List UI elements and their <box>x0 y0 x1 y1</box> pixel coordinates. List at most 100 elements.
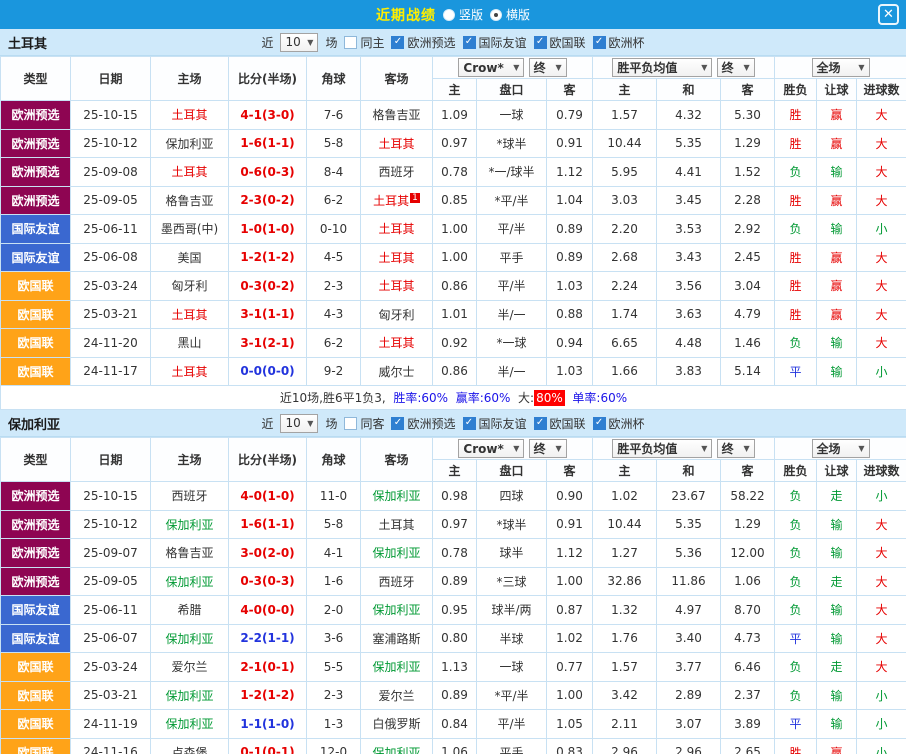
close-icon[interactable]: ✕ <box>878 4 899 25</box>
goals-result-cell: 小 <box>857 215 906 244</box>
asian-home-odds: 1.01 <box>433 300 477 329</box>
euro-away-odds: 3.89 <box>721 710 775 739</box>
odds-company-select[interactable]: Crow*▼ <box>458 58 524 77</box>
goals-result-cell: 大 <box>857 300 906 329</box>
euro-draw-odds: 3.45 <box>657 186 721 215</box>
match-type-badge: 欧洲预选 <box>1 510 71 539</box>
competition-checkbox[interactable]: ✓国际友谊 <box>463 34 527 51</box>
asian-home-odds: 1.09 <box>433 101 477 130</box>
match-score: 2-1(0-1) <box>229 653 307 682</box>
redcard-badge: 1 <box>410 193 420 203</box>
euro-away-odds: 4.79 <box>721 300 775 329</box>
competition-checkbox[interactable]: ✓欧洲杯 <box>593 415 645 432</box>
match-type-badge: 欧洲预选 <box>1 101 71 130</box>
corner-count: 1-6 <box>307 567 361 596</box>
matches-table: 类型日期主场比分(半场)角球客场Crow*▼ 终▼胜平负均值▼ 终▼全场▼主盘口… <box>0 56 906 410</box>
euro-home-odds: 1.74 <box>593 300 657 329</box>
asian-handicap: *三球 <box>477 567 547 596</box>
euro-draw-odds: 3.83 <box>657 357 721 386</box>
team-section-1: 土耳其 近 10▼ 场 同主 ✓欧洲预选✓国际友谊✓欧国联✓欧洲杯 类型日期主场… <box>0 29 906 410</box>
asian-handicap: 平手 <box>477 243 547 272</box>
result-cell: 负 <box>775 158 817 187</box>
asian-home-odds: 0.89 <box>433 681 477 710</box>
games-label: 场 <box>325 34 337 51</box>
match-date: 24-11-17 <box>71 357 151 386</box>
match-scope-select[interactable]: 全场▼ <box>812 439 870 458</box>
match-score: 3-1(1-1) <box>229 300 307 329</box>
asian-away-odds: 0.89 <box>547 215 593 244</box>
corner-count: 6-2 <box>307 329 361 358</box>
match-type-badge: 欧国联 <box>1 653 71 682</box>
layout-radio-horizontal[interactable]: 横版 <box>490 6 530 23</box>
away-team: 白俄罗斯 <box>361 710 433 739</box>
final-odds-select-a[interactable]: 终▼ <box>529 58 567 77</box>
euro-away-odds: 58.22 <box>721 482 775 511</box>
result-cell: 负 <box>775 596 817 625</box>
home-team: 保加利亚 <box>151 510 229 539</box>
layout-radio-vertical[interactable]: 竖版 <box>443 6 483 23</box>
col-subheader: 客 <box>721 460 775 482</box>
col-header: 类型 <box>1 438 71 482</box>
same-venue-checkbox[interactable]: 同主 <box>344 34 384 51</box>
asian-handicap: 平/半 <box>477 272 547 301</box>
match-type-badge: 欧洲预选 <box>1 567 71 596</box>
euro-draw-odds: 4.48 <box>657 329 721 358</box>
match-type-badge: 欧国联 <box>1 300 71 329</box>
competition-checkbox[interactable]: ✓欧国联 <box>534 415 586 432</box>
result-cell: 负 <box>775 681 817 710</box>
col-subheader: 客 <box>547 79 593 101</box>
euro-away-odds: 5.14 <box>721 357 775 386</box>
euro-home-odds: 5.95 <box>593 158 657 187</box>
match-scope-select[interactable]: 全场▼ <box>812 58 870 77</box>
games-count-select[interactable]: 10▼ <box>280 414 318 433</box>
match-score: 0-6(0-3) <box>229 158 307 187</box>
col-subheader: 让球 <box>817 460 857 482</box>
final-odds-select-b[interactable]: 终▼ <box>717 58 755 77</box>
match-score: 1-2(1-2) <box>229 681 307 710</box>
checkbox-checked-icon: ✓ <box>534 36 547 49</box>
col-header: 主场 <box>151 438 229 482</box>
result-cell: 负 <box>775 653 817 682</box>
competition-checkbox[interactable]: ✓欧洲预选 <box>391 415 455 432</box>
asian-home-odds: 0.86 <box>433 272 477 301</box>
match-date: 25-10-12 <box>71 129 151 158</box>
match-row: 欧洲预选25-09-05保加利亚0-3(0-3)1-6西班牙0.89*三球1.0… <box>1 567 906 596</box>
handicap-result-cell: 赢 <box>817 186 857 215</box>
europe-odds-select[interactable]: 胜平负均值▼ <box>612 439 712 458</box>
competition-checkbox[interactable]: ✓国际友谊 <box>463 415 527 432</box>
competition-checkbox[interactable]: ✓欧洲预选 <box>391 34 455 51</box>
same-venue-checkbox[interactable]: 同客 <box>344 415 384 432</box>
handicap-result-cell: 输 <box>817 329 857 358</box>
asian-away-odds: 0.88 <box>547 300 593 329</box>
final-odds-select-b[interactable]: 终▼ <box>717 439 755 458</box>
away-team: 土耳其 <box>361 243 433 272</box>
col-header: 主场 <box>151 57 229 101</box>
asian-home-odds: 0.95 <box>433 596 477 625</box>
match-date: 25-06-08 <box>71 243 151 272</box>
europe-odds-select[interactable]: 胜平负均值▼ <box>612 58 712 77</box>
checkbox-checked-icon: ✓ <box>391 417 404 430</box>
final-odds-select-a[interactable]: 终▼ <box>529 439 567 458</box>
asian-handicap: 半球 <box>477 624 547 653</box>
asian-home-odds: 0.80 <box>433 624 477 653</box>
home-team: 保加利亚 <box>151 681 229 710</box>
competition-checkbox[interactable]: ✓欧洲杯 <box>593 34 645 51</box>
handicap-result-cell: 走 <box>817 567 857 596</box>
home-team: 墨西哥(中) <box>151 215 229 244</box>
home-team: 保加利亚 <box>151 624 229 653</box>
corner-count: 9-2 <box>307 357 361 386</box>
col-header: 客场 <box>361 57 433 101</box>
euro-draw-odds: 2.89 <box>657 681 721 710</box>
goals-result-cell: 大 <box>857 567 906 596</box>
asian-handicap: 平/半 <box>477 215 547 244</box>
asian-home-odds: 0.84 <box>433 710 477 739</box>
euro-away-odds: 2.92 <box>721 215 775 244</box>
competition-checkbox[interactable]: ✓欧国联 <box>534 34 586 51</box>
odds-company-select[interactable]: Crow*▼ <box>458 439 524 458</box>
games-count-select[interactable]: 10▼ <box>280 33 318 52</box>
corner-count: 12-0 <box>307 738 361 754</box>
asian-handicap: *一球 <box>477 329 547 358</box>
asian-away-odds: 0.89 <box>547 243 593 272</box>
match-row: 欧国联24-11-16卢森堡0-1(0-1)12-0保加利亚1.06平手0.83… <box>1 738 906 754</box>
home-team: 土耳其 <box>151 101 229 130</box>
